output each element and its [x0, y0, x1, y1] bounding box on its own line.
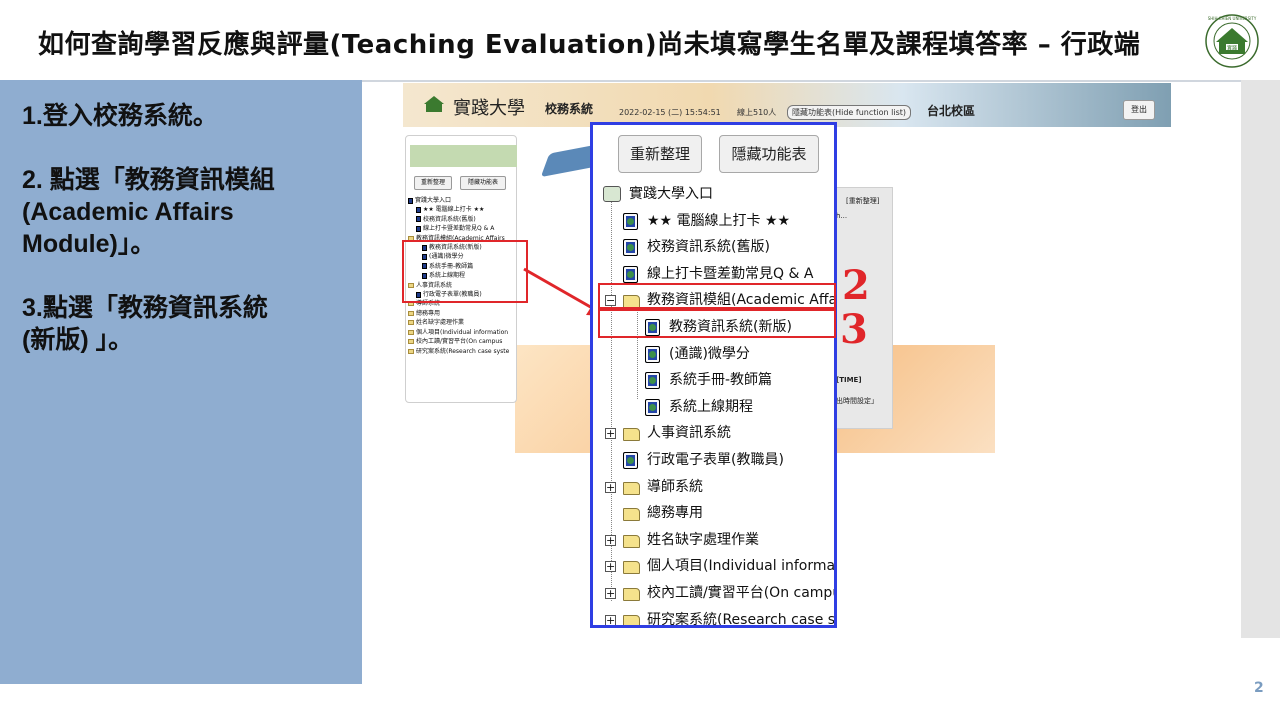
- menu-item-root[interactable]: 實踐大學入口: [603, 181, 834, 208]
- content-time-setting: 出時間設定」: [836, 397, 878, 405]
- logout-button[interactable]: 登出: [1123, 100, 1155, 120]
- mini-tree-item[interactable]: ★★ 電腦線上打卡 ★★: [408, 205, 518, 214]
- content-refresh-link[interactable]: [重新整理]: [846, 196, 879, 206]
- menu-item-micro-credit[interactable]: (通識)微學分: [603, 341, 834, 368]
- school-name: 實踐大學: [453, 98, 525, 119]
- menu-item-mentor[interactable]: + 導師系統: [603, 474, 834, 501]
- mini-hide-button[interactable]: 隱藏功能表: [460, 176, 506, 190]
- folder-icon: [408, 348, 414, 354]
- menu-item-punch[interactable]: ★★ 電腦線上打卡 ★★: [603, 208, 834, 235]
- folder-icon: [623, 508, 640, 522]
- page-number: 2: [1254, 680, 1264, 696]
- content-ellipsis: h...: [836, 212, 848, 220]
- mini-sidebar-header: [410, 145, 517, 167]
- document-icon: [623, 239, 638, 257]
- folder-icon: [408, 320, 414, 326]
- logo-ring-text: SHIH CHIEN UNIVERSITY: [1208, 16, 1257, 21]
- instructions-panel: 1.登入校務系統。 2. 點選「教務資訊模組 (Academic Affairs…: [0, 80, 362, 684]
- menu-item-legacy-system[interactable]: 校務資訊系統(舊版): [603, 234, 834, 261]
- folder-icon: [623, 614, 640, 625]
- menu-item-eforms[interactable]: 行政電子表單(教職員): [603, 447, 834, 474]
- expand-icon[interactable]: +: [605, 614, 616, 625]
- mini-tree-item[interactable]: 研究案系統(Research case syste: [408, 347, 518, 356]
- menu-item-launch-schedule[interactable]: 系統上線期程: [603, 394, 834, 421]
- document-icon: [645, 345, 660, 363]
- menu-item-teacher-manual[interactable]: 系統手冊-教師篇: [603, 367, 834, 394]
- university-logo-icon: 實踐 SHIH CHIEN UNIVERSITY: [1205, 14, 1259, 68]
- online-users: 線上510人: [737, 108, 777, 117]
- menu-item-research[interactable]: + 研究案系統(Research case syste: [603, 607, 834, 625]
- hide-menu-button[interactable]: 隱藏功能表: [719, 135, 819, 173]
- folder-icon: [623, 481, 640, 495]
- step-3: 3.點選「教務資訊系統 (新版) 」。: [22, 294, 268, 354]
- document-icon: [623, 212, 638, 230]
- logo-text: 實踐: [1227, 45, 1237, 52]
- refresh-button[interactable]: 重新整理: [618, 135, 702, 173]
- document-icon: [623, 451, 638, 469]
- folder-icon: [408, 339, 414, 345]
- folder-icon: [623, 561, 640, 575]
- mini-refresh-button[interactable]: 重新整理: [414, 176, 452, 190]
- mini-highlight-box: [402, 240, 528, 303]
- document-icon: [645, 398, 660, 416]
- mini-tree-item[interactable]: 校務資訊系統(舊版): [408, 215, 518, 224]
- campus-label: 台北校區: [927, 104, 976, 118]
- mini-tree-item[interactable]: 個人項目(Individual information: [408, 328, 518, 337]
- folder-icon: [623, 587, 640, 601]
- menu-item-individual-info[interactable]: + 個人項目(Individual information: [603, 553, 834, 580]
- document-icon: [416, 225, 421, 232]
- menu-item-personnel[interactable]: + 人事資訊系統: [603, 420, 834, 447]
- zoomed-menu: 重新整理 隱藏功能表 實踐大學入口 ★★ 電腦線上打卡 ★★ 校務資訊系統(舊版…: [590, 122, 837, 628]
- expand-icon[interactable]: +: [605, 587, 616, 599]
- step2-number: 2: [842, 262, 870, 309]
- portal-top-bar: 實踐大學 校務系統 2022-02-15 (二) 15:54:51 線上510人…: [403, 83, 1171, 127]
- mini-tree-item[interactable]: 校內工讀/實習平台(On campus: [408, 337, 518, 346]
- document-icon: [623, 265, 638, 283]
- mini-tree-item[interactable]: 線上打卡暨差勤常見Q & A: [408, 224, 518, 233]
- content-time-label: [TIME]: [836, 376, 862, 384]
- expand-icon[interactable]: +: [605, 481, 616, 493]
- expand-icon[interactable]: +: [605, 428, 616, 440]
- menu-tree: 實踐大學入口 ★★ 電腦線上打卡 ★★ 校務資訊系統(舊版) 線上打卡暨差勤常見…: [603, 181, 834, 625]
- datetime-text: 2022-02-15 (二) 15:54:51: [619, 108, 721, 117]
- step3-highlight-box: [598, 309, 836, 338]
- document-icon: [416, 216, 421, 223]
- folder-icon: [408, 329, 414, 335]
- menu-item-missing-char[interactable]: + 姓名缺字處理作業: [603, 527, 834, 554]
- folder-icon: [623, 428, 640, 442]
- expand-icon[interactable]: +: [605, 561, 616, 573]
- right-scroll-strip: [1241, 80, 1280, 638]
- folder-icon: [408, 310, 414, 316]
- folder-icon: [623, 534, 640, 548]
- mini-tree-item[interactable]: 姓名缺字處理作業: [408, 318, 518, 327]
- slide-title: 如何查詢學習反應與評量(Teaching Evaluation)尚未填寫學生名單…: [38, 30, 1141, 60]
- document-icon: [416, 206, 421, 213]
- menu-item-general-affairs[interactable]: 總務專用: [603, 500, 834, 527]
- menu-item-work-study[interactable]: + 校內工讀/實習平台(On campus: [603, 580, 834, 607]
- globe-icon: [603, 186, 621, 202]
- globe-icon: [408, 197, 413, 204]
- mini-tree-item[interactable]: 總務專用: [408, 309, 518, 318]
- step3-number: 3: [840, 306, 868, 353]
- steps-list: 1.登入校務系統。 2. 點選「教務資訊模組 (Academic Affairs…: [22, 100, 342, 388]
- system-name: 校務系統: [545, 102, 594, 116]
- document-icon: [645, 372, 660, 390]
- expand-icon[interactable]: +: [605, 534, 616, 546]
- mini-tree-item[interactable]: 實踐大學入口: [408, 196, 518, 205]
- step-2: 2. 點選「教務資訊模組 (Academic Affairs Module)」。: [22, 166, 275, 258]
- step2-highlight-box: [598, 283, 836, 309]
- school-logo-icon: [424, 96, 444, 112]
- hide-function-button[interactable]: 隱藏功能表(Hide function list): [787, 105, 911, 120]
- step-1: 1.登入校務系統。: [22, 102, 218, 130]
